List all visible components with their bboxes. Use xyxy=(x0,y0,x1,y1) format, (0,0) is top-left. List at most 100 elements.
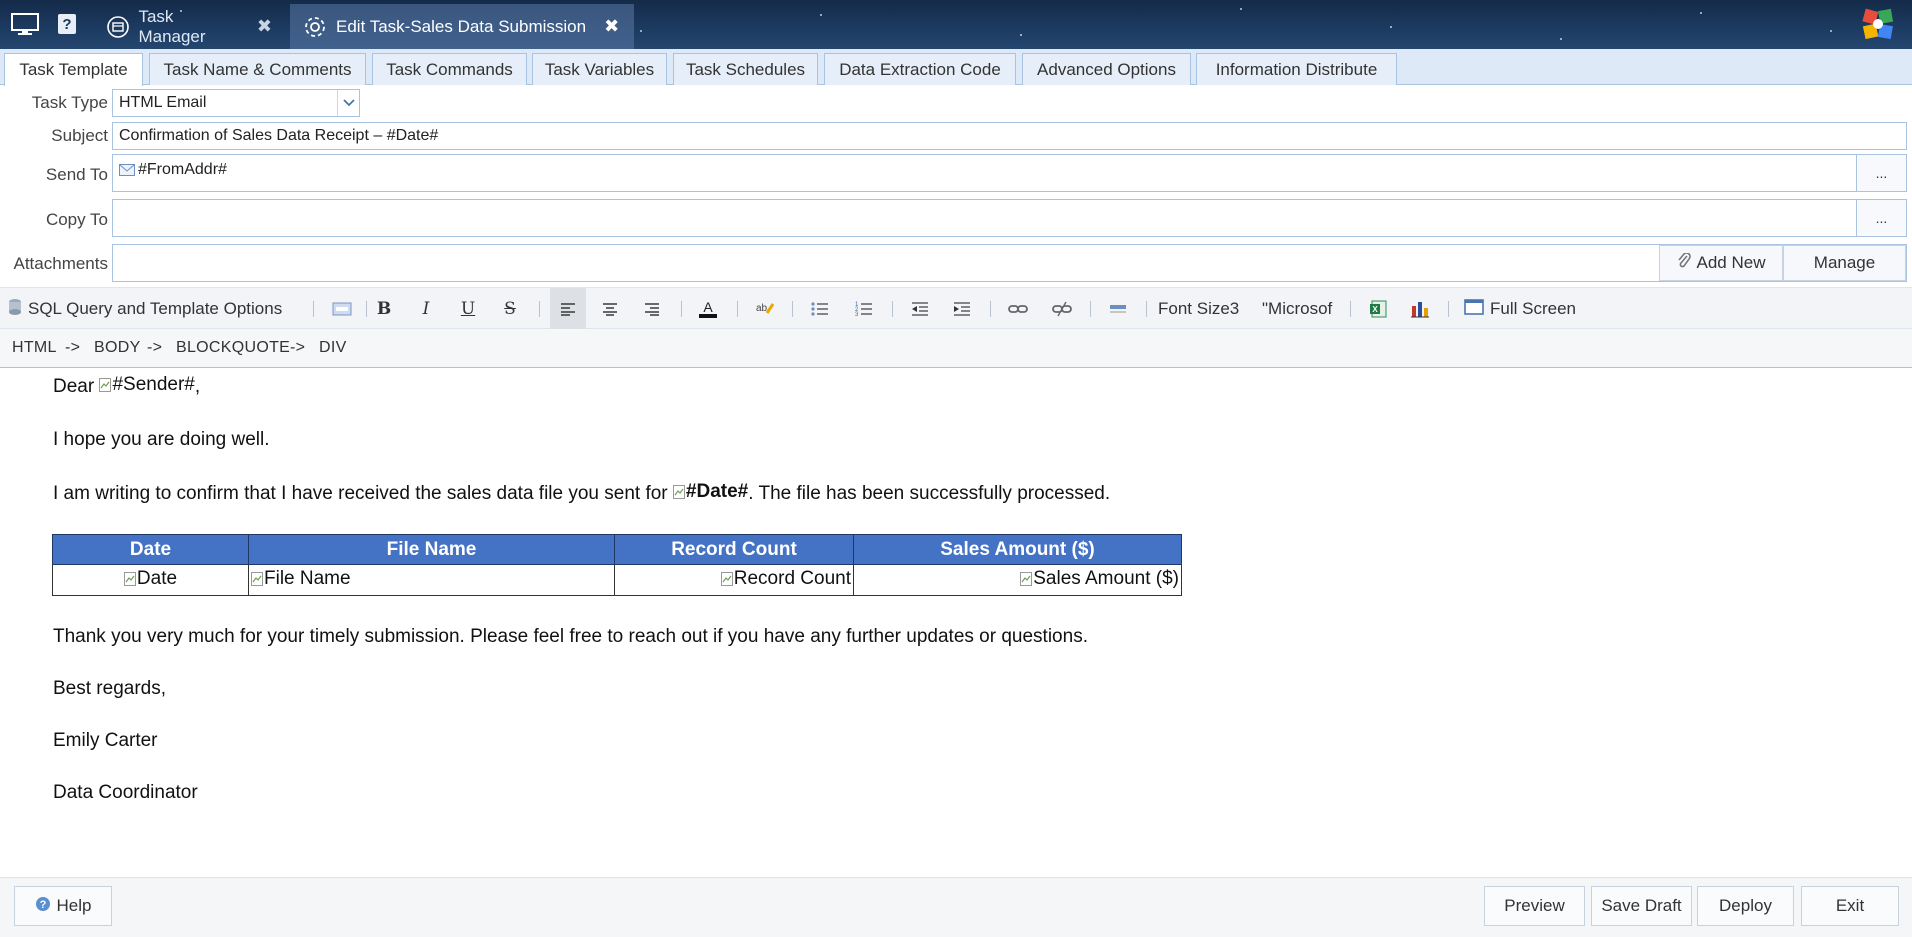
toolbar-separator xyxy=(892,301,893,317)
outdent-icon[interactable] xyxy=(902,288,938,330)
align-center-icon[interactable] xyxy=(592,288,628,330)
close-icon[interactable]: ✖ xyxy=(604,16,619,37)
tab-task-template[interactable]: Task Template xyxy=(4,53,143,86)
add-new-button[interactable]: Add New xyxy=(1659,245,1783,281)
body-line-3: Thank you very much for your timely subm… xyxy=(53,626,1088,647)
background-star xyxy=(1240,8,1242,10)
highlight-icon[interactable]: ab xyxy=(746,288,782,330)
body-line-1: I hope you are doing well. xyxy=(53,429,270,450)
breadcrumb-item-blockquote[interactable]: BLOCKQUOTE xyxy=(176,339,290,357)
toolbar-separator xyxy=(1350,301,1351,317)
help-circle-icon: ? xyxy=(35,896,51,917)
numbered-list-icon[interactable]: 123 xyxy=(846,288,882,330)
database-icon xyxy=(8,298,22,321)
tab-task-commands[interactable]: Task Commands xyxy=(372,53,527,85)
excel-icon[interactable]: X xyxy=(1360,288,1396,330)
help-icon[interactable]: ? xyxy=(50,8,84,40)
toolbar-separator xyxy=(737,301,738,317)
signature-name: Emily Carter xyxy=(53,730,158,751)
tab-data-extraction-code[interactable]: Data Extraction Code xyxy=(824,53,1016,85)
date-field-text: Date xyxy=(136,568,178,589)
bullet-list-icon[interactable] xyxy=(802,288,838,330)
broken-image-icon xyxy=(1020,572,1033,586)
sales-data-table[interactable]: Date File Name Record Count Sales Amount… xyxy=(52,534,1182,596)
horizontal-rule-icon[interactable] xyxy=(1100,288,1136,330)
monitor-icon[interactable] xyxy=(8,8,42,40)
date-field-placeholder: Date xyxy=(123,568,178,590)
underline-button[interactable]: U xyxy=(450,288,486,330)
svg-text:3: 3 xyxy=(855,312,859,317)
table-cell-file-name[interactable]: File Name xyxy=(248,564,615,596)
chevron-down-icon[interactable] xyxy=(337,90,359,116)
table-cell-date[interactable]: Date xyxy=(52,564,249,596)
help-label: Help xyxy=(56,896,92,915)
task-type-select[interactable]: HTML Email xyxy=(112,89,360,117)
italic-button[interactable]: I xyxy=(408,288,444,330)
bold-button[interactable]: B xyxy=(366,288,402,330)
font-size-select[interactable]: Font Size3 xyxy=(1158,288,1254,330)
toolbar-separator xyxy=(539,301,540,317)
gear-icon xyxy=(302,14,328,40)
copy-to-input[interactable] xyxy=(112,199,1857,237)
link-icon[interactable] xyxy=(1000,288,1036,330)
tab-task-variables[interactable]: Task Variables xyxy=(532,53,667,85)
chart-icon[interactable] xyxy=(1402,288,1438,330)
toolbar-separator xyxy=(792,301,793,317)
insert-field-icon[interactable] xyxy=(324,288,360,330)
exit-button[interactable]: Exit xyxy=(1801,886,1899,926)
subject-input[interactable]: Confirmation of Sales Data Receipt – #Da… xyxy=(112,122,1907,150)
align-right-icon[interactable] xyxy=(634,288,670,330)
toolbar-separator xyxy=(681,301,682,317)
background-star xyxy=(820,14,822,16)
tab-information-distribute[interactable]: Information Distribute xyxy=(1196,53,1397,85)
sender-variable-placeholder[interactable]: #Sender# xyxy=(99,374,195,396)
tab-task-schedules[interactable]: Task Schedules xyxy=(673,53,818,85)
help-button[interactable]: ? Help xyxy=(14,886,112,926)
toolbar-separator xyxy=(1146,301,1147,317)
full-screen-icon xyxy=(1464,298,1484,320)
send-to-input[interactable]: #FromAddr# xyxy=(112,154,1857,192)
tab-task-name-comments[interactable]: Task Name & Comments xyxy=(149,53,366,85)
background-star xyxy=(1560,38,1562,40)
greeting-suffix: , xyxy=(194,376,201,397)
tab-edit-task[interactable]: Edit Task-Sales Data Submission ✖ xyxy=(290,4,634,49)
font-name-select[interactable]: "Microsof xyxy=(1262,288,1344,330)
close-icon[interactable]: ✖ xyxy=(257,16,272,37)
column-header-sales-amount: Sales Amount ($) xyxy=(853,534,1182,565)
send-to-browse-button[interactable]: ... xyxy=(1856,154,1907,192)
table-cell-record-count[interactable]: Record Count xyxy=(614,564,854,596)
tab-advanced-options[interactable]: Advanced Options xyxy=(1022,53,1191,85)
column-header-record-count: Record Count xyxy=(614,534,854,565)
broken-image-icon xyxy=(720,572,733,586)
tab-task-manager[interactable]: Task Manager ✖ xyxy=(94,4,284,49)
table-cell-sales-amount[interactable]: Sales Amount ($) xyxy=(853,564,1182,596)
breadcrumb-item-div[interactable]: DIV xyxy=(319,339,347,357)
broken-image-icon xyxy=(251,572,263,586)
breadcrumb-item-html[interactable]: HTML xyxy=(12,339,57,357)
unlink-icon[interactable] xyxy=(1044,288,1080,330)
indent-icon[interactable] xyxy=(944,288,980,330)
save-draft-button[interactable]: Save Draft xyxy=(1591,886,1692,926)
file-name-field-placeholder: File Name xyxy=(251,568,351,590)
svg-text:X: X xyxy=(1372,305,1378,314)
email-body-editor[interactable] xyxy=(0,369,1912,877)
preview-button[interactable]: Preview xyxy=(1484,886,1585,926)
deploy-button[interactable]: Deploy xyxy=(1697,886,1794,926)
task-type-label: Task Type xyxy=(31,93,108,112)
strikethrough-button[interactable]: S xyxy=(492,288,528,330)
toolbar-separator xyxy=(990,301,991,317)
breadcrumb-separator: -> xyxy=(65,339,81,356)
sql-template-options-button[interactable]: SQL Query and Template Options xyxy=(8,288,300,330)
copy-to-browse-button[interactable]: ... xyxy=(1856,199,1907,237)
align-left-icon[interactable] xyxy=(550,288,586,330)
sales-amount-field-placeholder: Sales Amount ($) xyxy=(1020,568,1179,590)
tab-label: Task Manager xyxy=(138,6,206,46)
font-color-icon[interactable]: A xyxy=(690,288,726,330)
breadcrumb-item-body[interactable]: BODY xyxy=(94,339,141,357)
subject-value: Confirmation of Sales Data Receipt – #Da… xyxy=(119,127,439,144)
full-screen-button[interactable]: Full Screen xyxy=(1464,288,1592,330)
sender-variable-text: #Sender# xyxy=(112,374,195,395)
manage-button[interactable]: Manage xyxy=(1783,245,1906,281)
attachments-field[interactable] xyxy=(112,244,1907,282)
date-variable-placeholder[interactable]: #Date# xyxy=(672,481,748,503)
